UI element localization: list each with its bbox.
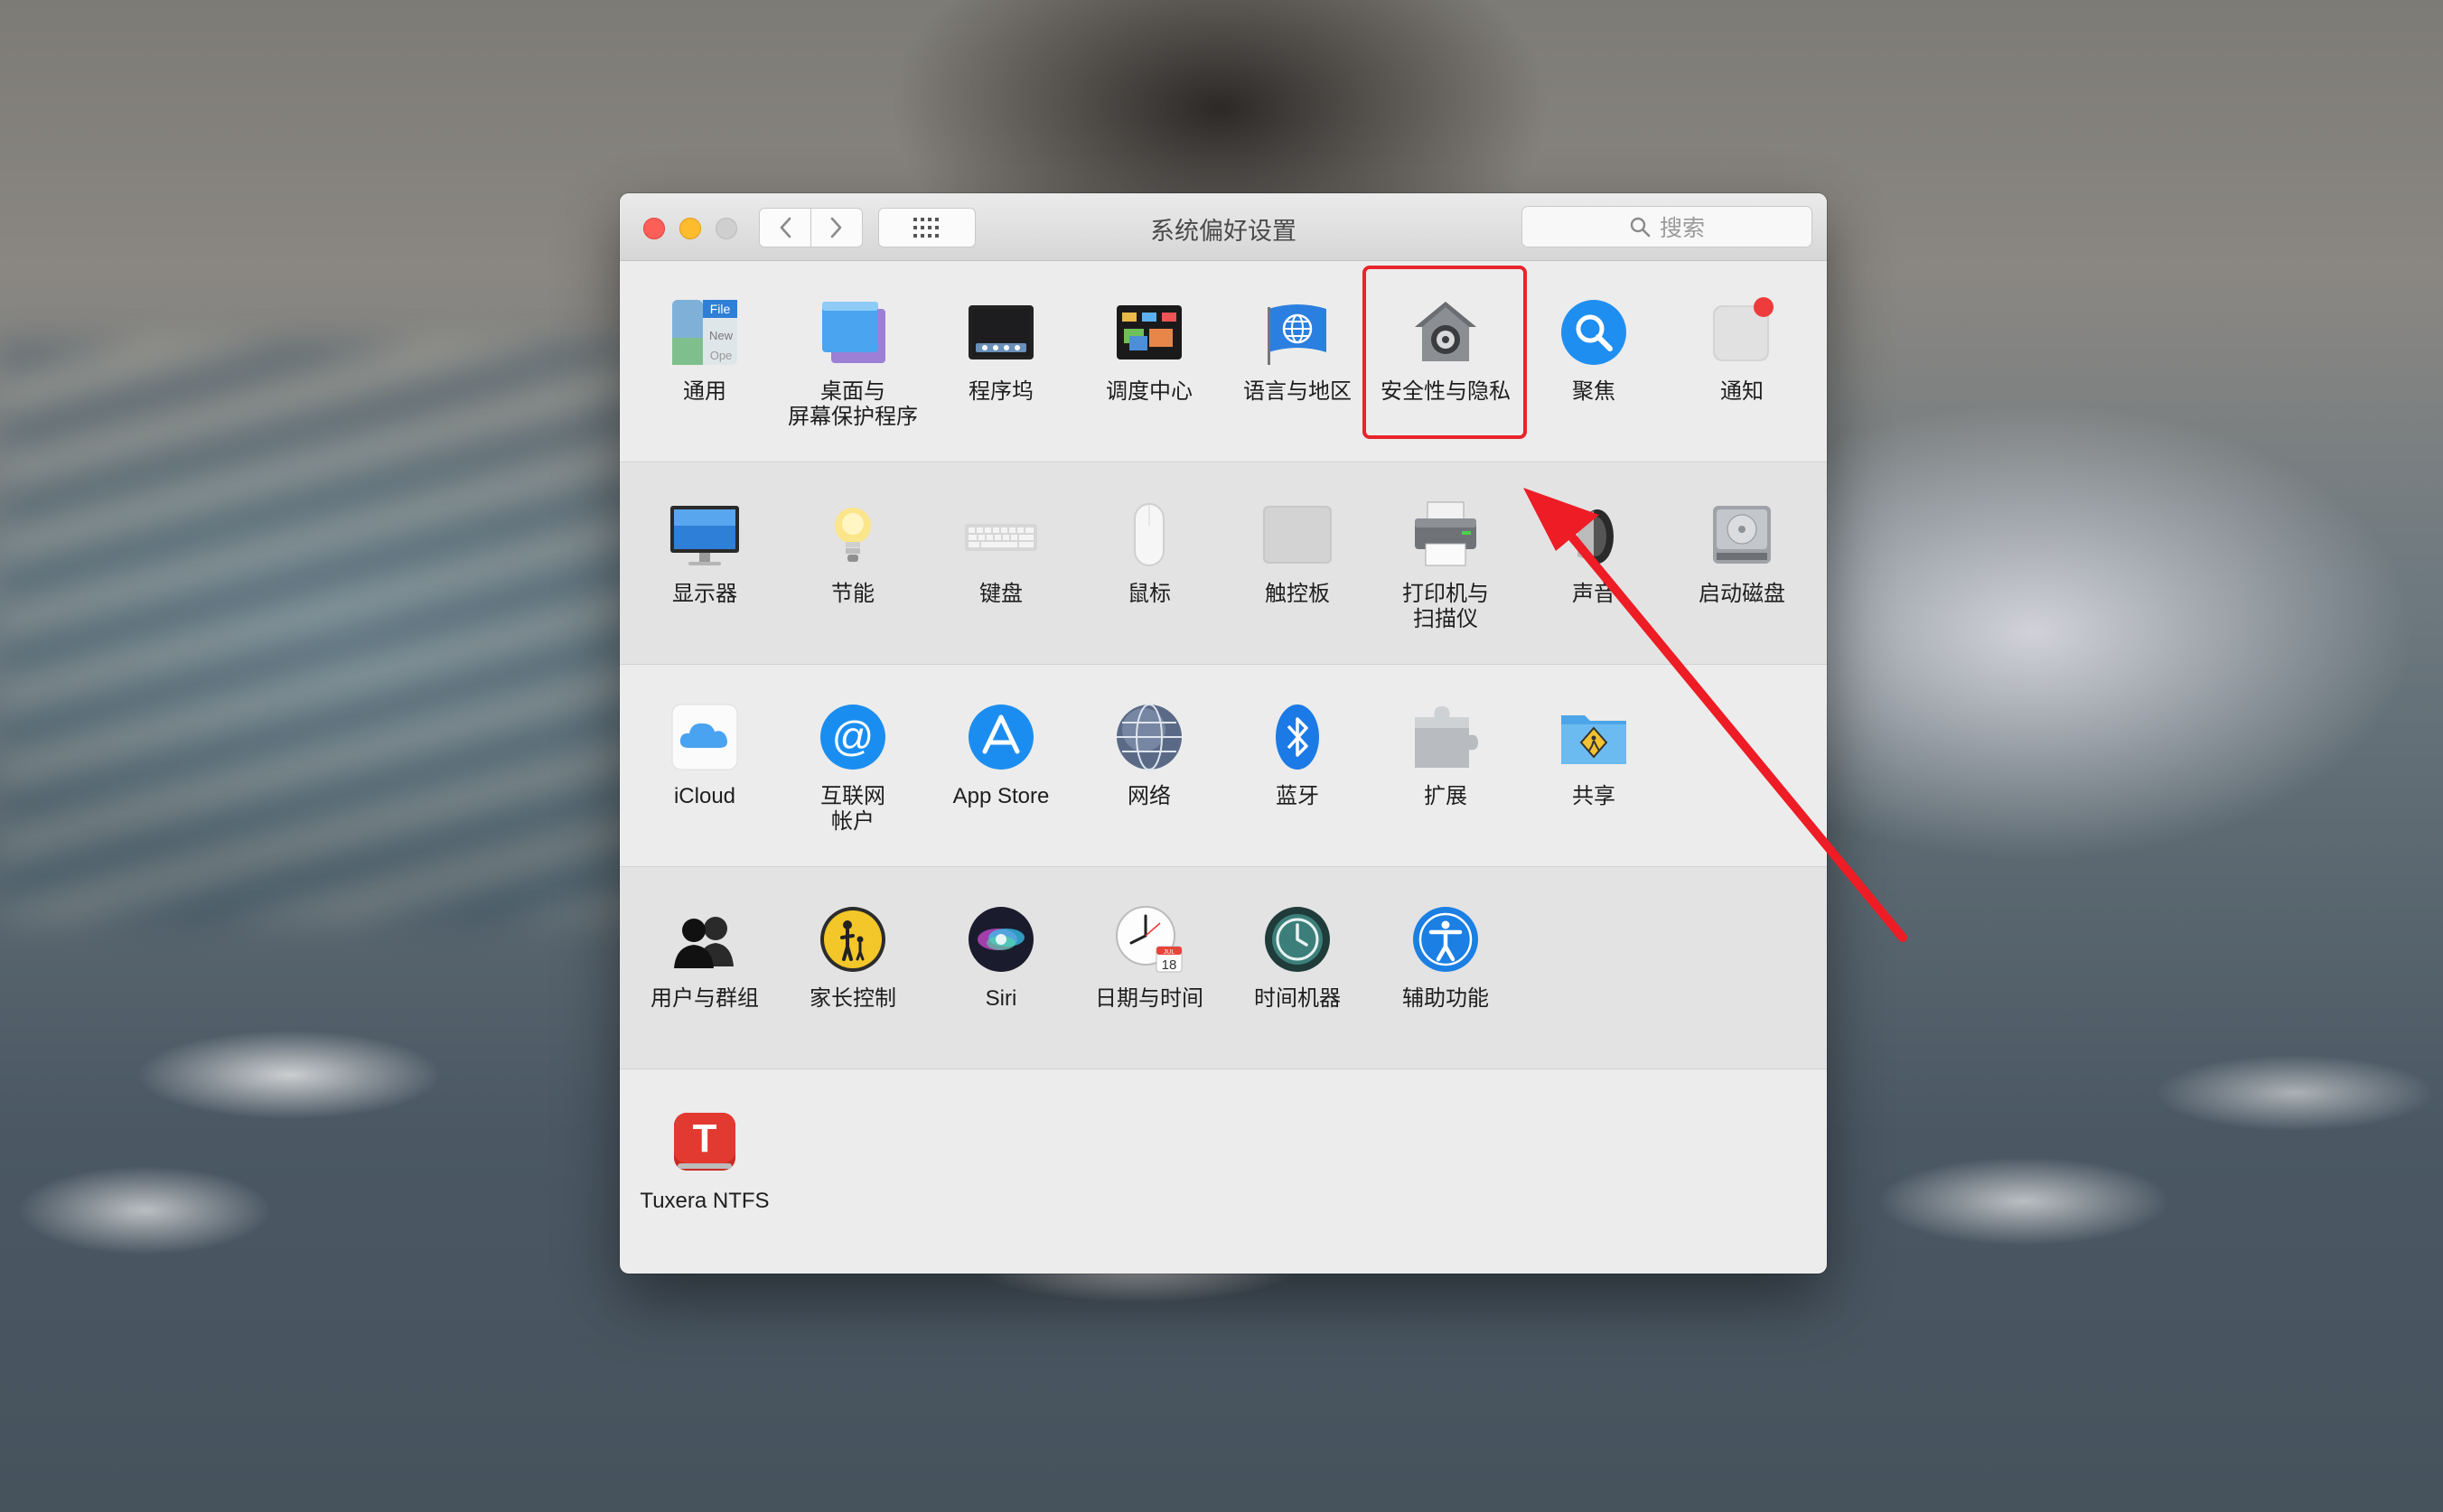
annotation-arrow (1523, 488, 1907, 942)
